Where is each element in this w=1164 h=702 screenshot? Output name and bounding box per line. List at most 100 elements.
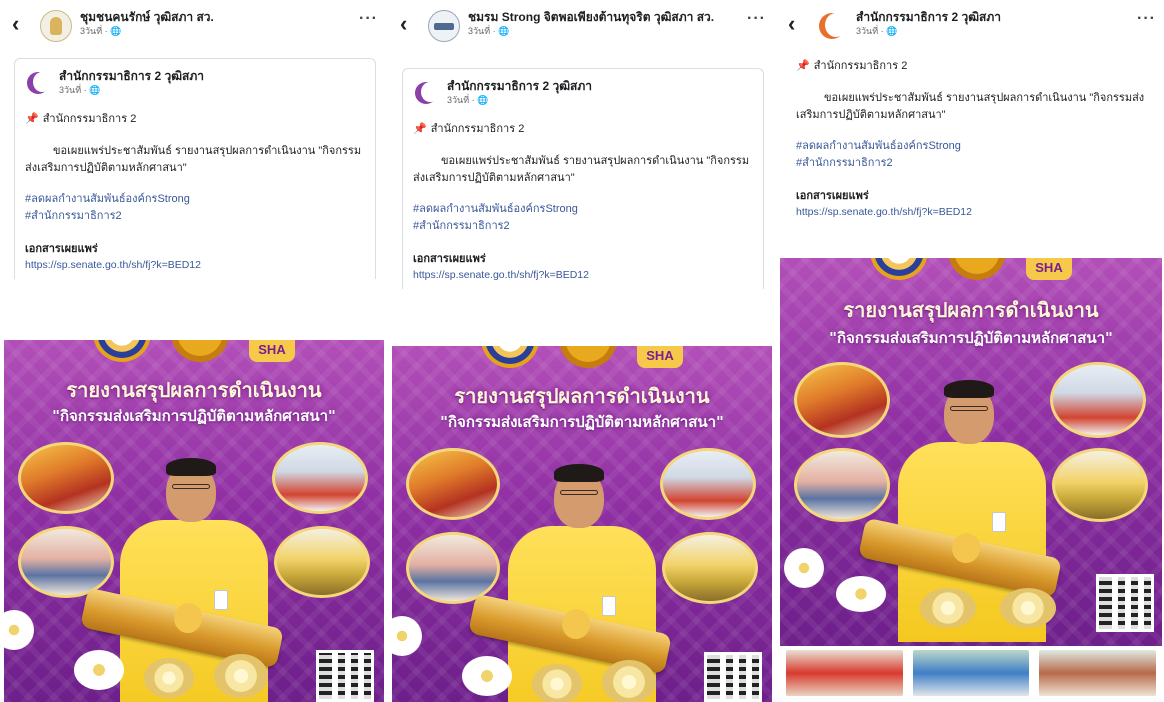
hashtags: #ลดผลกำงานสัมพันธ์องค์กรStrong #สำนักกรร… [25,191,363,225]
post-screenshot-2: ‹ ชมรม Strong จิตพอเพียงต้านทุจริต วุฒิส… [392,0,772,702]
shared-time[interactable]: 3วันที่ · 🌐 [59,84,363,97]
shared-time[interactable]: 3วันที่ · 🌐 [447,94,751,107]
qr-code[interactable] [1096,574,1154,632]
more-options-icon[interactable]: ··· [1132,10,1156,28]
lily-decoration [784,548,824,588]
qr-code[interactable] [316,650,374,702]
back-arrow-icon[interactable]: ‹ [400,10,422,40]
shared-post-card[interactable]: สำนักกรรมาธิการ 2 วุฒิสภา 3วันที่ · 🌐 📌 ส… [402,68,764,289]
activity-photo [406,532,500,604]
sha-badge: SHA [1026,258,1072,280]
lily-decoration [836,576,886,612]
hashtag-link[interactable]: #ลดผลกำงานสัมพันธ์องค์กรStrong [413,201,751,218]
post-content: 📌 สำนักกรรมาธิการ 2 ขอเผยแพร่ประชาสัมพันธ… [780,56,1162,218]
poster-image[interactable]: SHA รายงานสรุปผลการดำเนินงาน "กิจกรรมส่ง… [4,340,384,702]
document-link[interactable]: https://sp.senate.go.th/sh/fj?k=BED12 [25,259,363,271]
post-screenshot-3: ‹ สำนักกรรมาธิการ 2 วุฒิสภา 3วันที่ · 🌐 … [780,0,1162,702]
lily-decoration [74,650,124,690]
page-avatar[interactable] [428,10,460,42]
activity-photo [1050,362,1146,438]
document-label: เอกสารเผยแพร่ [413,253,486,265]
hashtags: #ลดผลกำงานสัมพันธ์องค์กรStrong #สำนักกรร… [413,201,751,235]
poster-subtitle: "กิจกรรมส่งเสริมการปฏิบัติตามหลักศาสนา" [829,329,1113,347]
hashtag-link[interactable]: #สำนักกรรมาธิการ2 [413,218,751,235]
shared-post-card[interactable]: สำนักกรรมาธิการ 2 วุฒิสภา 3วันที่ · 🌐 📌 ส… [14,58,376,279]
emblem-logo-icon [171,340,229,362]
post-body: ขอเผยแพร่ประชาสัมพันธ์ รายงานสรุปผลการดำ… [25,145,362,174]
poster-logos: SHA [392,346,772,368]
hashtags: #ลดผลกำงานสัมพันธ์องค์กรStrong #สำนักกรร… [796,138,1146,172]
poster-logos: SHA [780,258,1162,280]
crescent-logo-icon[interactable] [413,80,439,106]
more-options-icon[interactable]: ··· [742,10,766,28]
pin-icon: 📌 [413,123,427,135]
post-header: ‹ ชุมชนคนรักษ์ วุฒิสภา สว. 3วันที่ · 🌐 ·… [4,0,384,58]
senate-logo-icon [93,340,151,362]
gold-flower [144,658,194,698]
activity-photo [794,362,890,438]
activity-photo [406,448,500,520]
document-label: เอกสารเผยแพร่ [25,243,98,255]
page-avatar[interactable] [816,10,848,42]
poster-image[interactable]: SHA รายงานสรุปผลการดำเนินงาน "กิจกรรมส่ง… [392,346,772,702]
hashtag-link[interactable]: #สำนักกรรมาธิการ2 [796,155,1146,172]
post-time[interactable]: 3วันที่ · 🌐 [80,25,354,38]
poster-logos: SHA [4,340,384,362]
poster-image[interactable]: SHA รายงานสรุปผลการดำเนินงาน "กิจกรรมส่ง… [780,258,1162,646]
pinned-line: 📌 สำนักกรรมาธิการ 2 [25,109,363,127]
lily-decoration [4,610,34,650]
pinned-line: 📌 สำนักกรรมาธิการ 2 [413,119,751,137]
activity-photo [1052,448,1148,522]
hashtag-link[interactable]: #สำนักกรรมาธิการ2 [25,208,363,225]
photo-thumbnail[interactable] [1039,650,1157,696]
activity-photo [660,448,756,520]
gold-flower [532,664,582,702]
pin-icon: 📌 [25,113,39,125]
poster-subtitle: "กิจกรรมส่งเสริมการปฏิบัติตามหลักศาสนา" [52,407,336,425]
document-link[interactable]: https://sp.senate.go.th/sh/fj?k=BED12 [796,206,1146,218]
back-arrow-icon[interactable]: ‹ [12,10,34,40]
poster-subtitle: "กิจกรรมส่งเสริมการปฏิบัติตามหลักศาสนา" [440,413,724,431]
post-header: ‹ สำนักกรรมาธิการ 2 วุฒิสภา 3วันที่ · 🌐 … [780,0,1162,52]
id-badge [214,590,228,610]
senate-logo-icon [870,258,928,280]
document-link[interactable]: https://sp.senate.go.th/sh/fj?k=BED12 [413,269,751,281]
poster-title: รายงานสรุปผลการดำเนินงาน [843,298,1099,322]
shared-author[interactable]: สำนักกรรมาธิการ 2 วุฒิสภา [59,69,363,84]
crescent-logo-icon[interactable] [25,70,51,96]
page-name[interactable]: สำนักกรรมาธิการ 2 วุฒิสภา [856,10,1132,25]
post-screenshot-1: ‹ ชุมชนคนรักษ์ วุฒิสภา สว. 3วันที่ · 🌐 ·… [4,0,384,702]
page-avatar[interactable] [40,10,72,42]
presenter-hair [944,380,994,398]
pin-icon: 📌 [796,60,810,72]
back-arrow-icon[interactable]: ‹ [788,10,810,40]
lily-decoration [462,656,512,696]
shared-author[interactable]: สำนักกรรมาธิการ 2 วุฒิสภา [447,79,751,94]
post-time[interactable]: 3วันที่ · 🌐 [468,25,742,38]
page-name[interactable]: ชุมชนคนรักษ์ วุฒิสภา สว. [80,10,354,25]
post-meta: ชมรม Strong จิตพอเพียงต้านทุจริต วุฒิสภา… [468,10,742,38]
photo-thumbnail[interactable] [912,650,1030,696]
sha-badge: SHA [637,346,683,368]
activity-photo [662,532,758,604]
qr-code[interactable] [704,652,762,702]
hashtag-link[interactable]: #ลดผลกำงานสัมพันธ์องค์กรStrong [796,138,1146,155]
gold-flower [1000,588,1056,628]
id-badge [992,512,1006,532]
lily-decoration [392,616,422,656]
document-label: เอกสารเผยแพร่ [796,190,869,202]
activity-photo [794,448,890,522]
post-meta: สำนักกรรมาธิการ 2 วุฒิสภา 3วันที่ · 🌐 [856,10,1132,38]
emblem-logo-icon [948,258,1006,280]
poster-title: รายงานสรุปผลการดำเนินงาน [454,384,710,408]
hashtag-link[interactable]: #ลดผลกำงานสัมพันธ์องค์กรStrong [25,191,363,208]
post-time[interactable]: 3วันที่ · 🌐 [856,25,1132,38]
gold-flower [920,588,976,628]
page-name[interactable]: ชมรม Strong จิตพอเพียงต้านทุจริต วุฒิสภา… [468,10,742,25]
shared-post-header: สำนักกรรมาธิการ 2 วุฒิสภา 3วันที่ · 🌐 [413,79,751,107]
photo-thumbnail[interactable] [786,650,903,696]
activity-photo [272,442,368,514]
more-options-icon[interactable]: ··· [354,10,378,28]
poster-title: รายงานสรุปผลการดำเนินงาน [66,378,322,402]
pinned-line: 📌 สำนักกรรมาธิการ 2 [796,56,1146,74]
